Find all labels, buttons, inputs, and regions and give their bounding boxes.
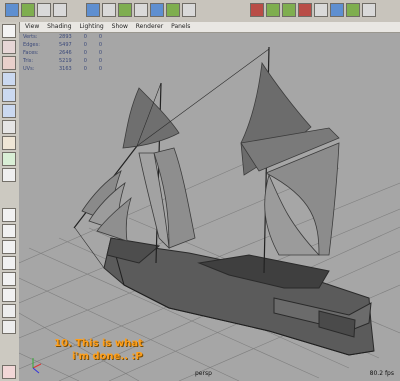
camera-icon[interactable] (150, 3, 164, 17)
caption-line-2: i'm done.. :P (72, 351, 143, 362)
hud-label: UVs: (23, 66, 35, 72)
toolbar-left-group (5, 3, 67, 19)
menu-show[interactable]: Show (112, 23, 128, 30)
construction-history-icon[interactable] (314, 3, 328, 17)
toolbar-right-group (250, 3, 376, 19)
hud-row-verts: Verts: 2893 0 0 (23, 33, 102, 41)
scale-mode-icon[interactable] (53, 3, 67, 17)
layout-custom-2-icon[interactable] (2, 320, 16, 334)
layout-icon[interactable] (346, 3, 360, 17)
light-icon[interactable] (166, 3, 180, 17)
toolbar-middle-group (86, 3, 196, 19)
layout-persp-outliner-icon[interactable] (2, 256, 16, 270)
hud-value: 2646 (59, 50, 72, 56)
hud-label: Edges: (23, 42, 40, 48)
snap-grid-icon[interactable] (250, 3, 264, 17)
layout-custom-icon[interactable] (2, 304, 16, 318)
snap-icon[interactable] (134, 3, 148, 17)
poly-count-hud: Verts: 2893 0 0 Edges: 5497 0 0 Faces: 2… (23, 33, 102, 73)
hypershade-icon[interactable] (362, 3, 376, 17)
select-mode-icon[interactable] (5, 3, 19, 17)
lasso-tool-icon[interactable] (2, 40, 16, 54)
hud-value: 5497 (59, 42, 72, 48)
hud-value: 0 (83, 66, 87, 72)
status-toolbar (0, 0, 400, 23)
layout-single-icon[interactable] (2, 208, 16, 222)
viewport-persp[interactable]: Verts: 2893 0 0 Edges: 5497 0 0 Faces: 2… (19, 33, 400, 381)
manipulator-icon[interactable] (2, 120, 16, 134)
move-mode-icon[interactable] (21, 3, 35, 17)
hud-label: Verts: (23, 34, 38, 40)
hud-value: 0 (98, 34, 103, 40)
paint-select-icon[interactable] (2, 56, 16, 70)
render-view-icon[interactable] (330, 3, 344, 17)
last-tool-icon[interactable] (2, 168, 16, 182)
rotate-tool-icon[interactable] (2, 88, 16, 102)
render-icon[interactable] (86, 3, 100, 17)
hud-value: 0 (83, 34, 87, 40)
scale-tool-icon[interactable] (2, 104, 16, 118)
scene-svg (19, 46, 400, 381)
menu-shading[interactable]: Shading (47, 23, 71, 30)
render-layer-icon[interactable] (2, 365, 16, 379)
hud-value: 0 (83, 42, 87, 48)
menu-view[interactable]: View (25, 23, 39, 30)
hud-value: 0 (83, 50, 87, 56)
hud-value: 0 (98, 58, 103, 64)
hud-row-faces: Faces: 2646 0 0 (23, 49, 102, 57)
hud-value: 0 (98, 66, 103, 72)
caption-line-1: 10. This is what (54, 338, 143, 349)
history-icon[interactable] (182, 3, 196, 17)
hud-value: 3163 (59, 66, 72, 72)
snap-curve-icon[interactable] (266, 3, 280, 17)
layout-hypershade-icon[interactable] (2, 288, 16, 302)
snap-view-icon[interactable] (298, 3, 312, 17)
show-manipulator-icon[interactable] (2, 152, 16, 166)
ship-hull (103, 237, 375, 356)
camera-label: persp (195, 370, 212, 377)
layout-two-icon[interactable] (2, 240, 16, 254)
layout-four-icon[interactable] (2, 224, 16, 238)
menu-panels[interactable]: Panels (171, 23, 190, 30)
select-tool-icon[interactable] (2, 24, 16, 38)
hud-value: 0 (83, 58, 87, 64)
rotate-mode-icon[interactable] (37, 3, 51, 17)
hud-value: 0 (98, 42, 103, 48)
tool-box (0, 22, 20, 381)
hud-row-tris: Tris: 5219 0 0 (23, 57, 102, 65)
hud-label: Faces: (23, 50, 39, 56)
hud-row-edges: Edges: 5497 0 0 (23, 41, 102, 49)
hud-value: 2893 (59, 34, 72, 40)
hud-row-uvs: UVs: 3163 0 0 (23, 65, 102, 73)
snap-point-icon[interactable] (282, 3, 296, 17)
panel-menu: View Shading Lighting Show Renderer Pane… (19, 22, 400, 33)
fps-counter: 80.2 fps (369, 370, 394, 377)
hud-value: 5219 (59, 58, 72, 64)
move-tool-icon[interactable] (2, 72, 16, 86)
hud-label: Tris: (23, 58, 34, 64)
menu-lighting[interactable]: Lighting (79, 23, 103, 30)
layout-persp-graph-icon[interactable] (2, 272, 16, 286)
soft-mod-icon[interactable] (2, 136, 16, 150)
overlay-caption: 10. This is what i'm done.. :P (54, 337, 143, 363)
grid-icon[interactable] (118, 3, 132, 17)
menu-renderer[interactable]: Renderer (136, 23, 163, 30)
hud-value: 0 (98, 50, 103, 56)
ipr-icon[interactable] (102, 3, 116, 17)
